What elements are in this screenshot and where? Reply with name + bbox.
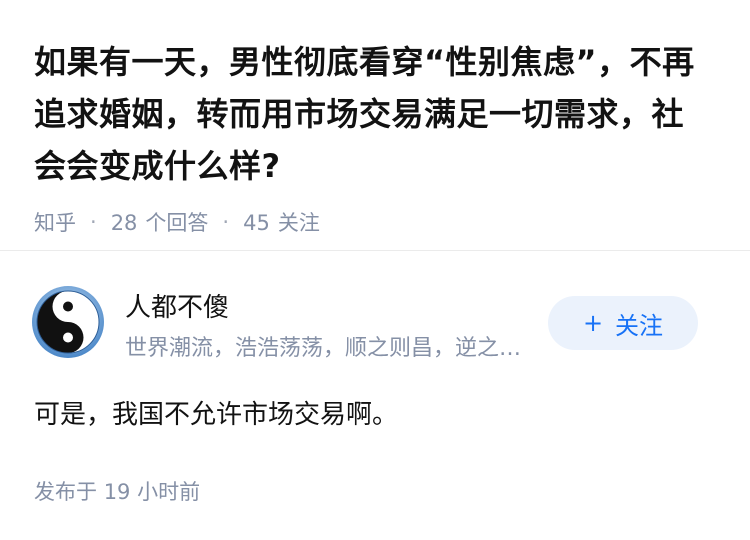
follow-button[interactable]: + 关注 xyxy=(548,296,698,350)
source-label: 知乎 xyxy=(34,211,76,235)
zhihu-question-page: 如果有一天，男性彻底看穿“性别焦虑”，不再追求婚姻，转而用市场交易满足一切需求，… xyxy=(0,0,750,540)
answer-card: 人都不傻 世界潮流，浩浩荡荡，顺之则昌，逆之则亡 + 关注 可是，我国不允许市场… xyxy=(0,251,750,504)
author-bio: 世界潮流，浩浩荡荡，顺之则昌，逆之则亡 xyxy=(125,336,535,361)
follow-button-label: 关注 xyxy=(615,311,664,340)
publish-time: 发布于 19 小时前 xyxy=(34,476,200,506)
plus-icon: + xyxy=(582,309,604,337)
answer-content[interactable]: 可是，我国不允许市场交易啊。 xyxy=(34,394,398,431)
answer-count-link[interactable]: 28 个回答 xyxy=(111,207,209,237)
follower-count: 45 xyxy=(243,211,270,235)
separator-dot: · xyxy=(222,210,230,234)
follower-count-link[interactable]: 45 关注 xyxy=(243,207,320,237)
separator-dot: · xyxy=(90,210,97,234)
author-row: 人都不傻 世界潮流，浩浩荡荡，顺之则昌，逆之则亡 + 关注 xyxy=(0,251,750,361)
answer-count-label: 个回答 xyxy=(145,211,209,235)
follower-count-label: 关注 xyxy=(277,211,320,235)
answer-count: 28 xyxy=(110,211,138,235)
avatar[interactable] xyxy=(31,285,105,359)
publish-time-value: 19 小时前 xyxy=(103,480,201,504)
author-name[interactable]: 人都不傻 xyxy=(125,287,229,324)
question-title[interactable]: 如果有一天，男性彻底看穿“性别焦虑”，不再追求婚姻，转而用市场交易满足一切需求，… xyxy=(34,36,716,192)
publish-prefix: 发布于 xyxy=(34,480,97,504)
question-header: 如果有一天，男性彻底看穿“性别焦虑”，不再追求婚姻，转而用市场交易满足一切需求，… xyxy=(0,0,750,238)
yin-yang-icon xyxy=(32,286,104,358)
question-meta: 知乎 · 28 个回答 · 45 关注 xyxy=(34,206,716,238)
